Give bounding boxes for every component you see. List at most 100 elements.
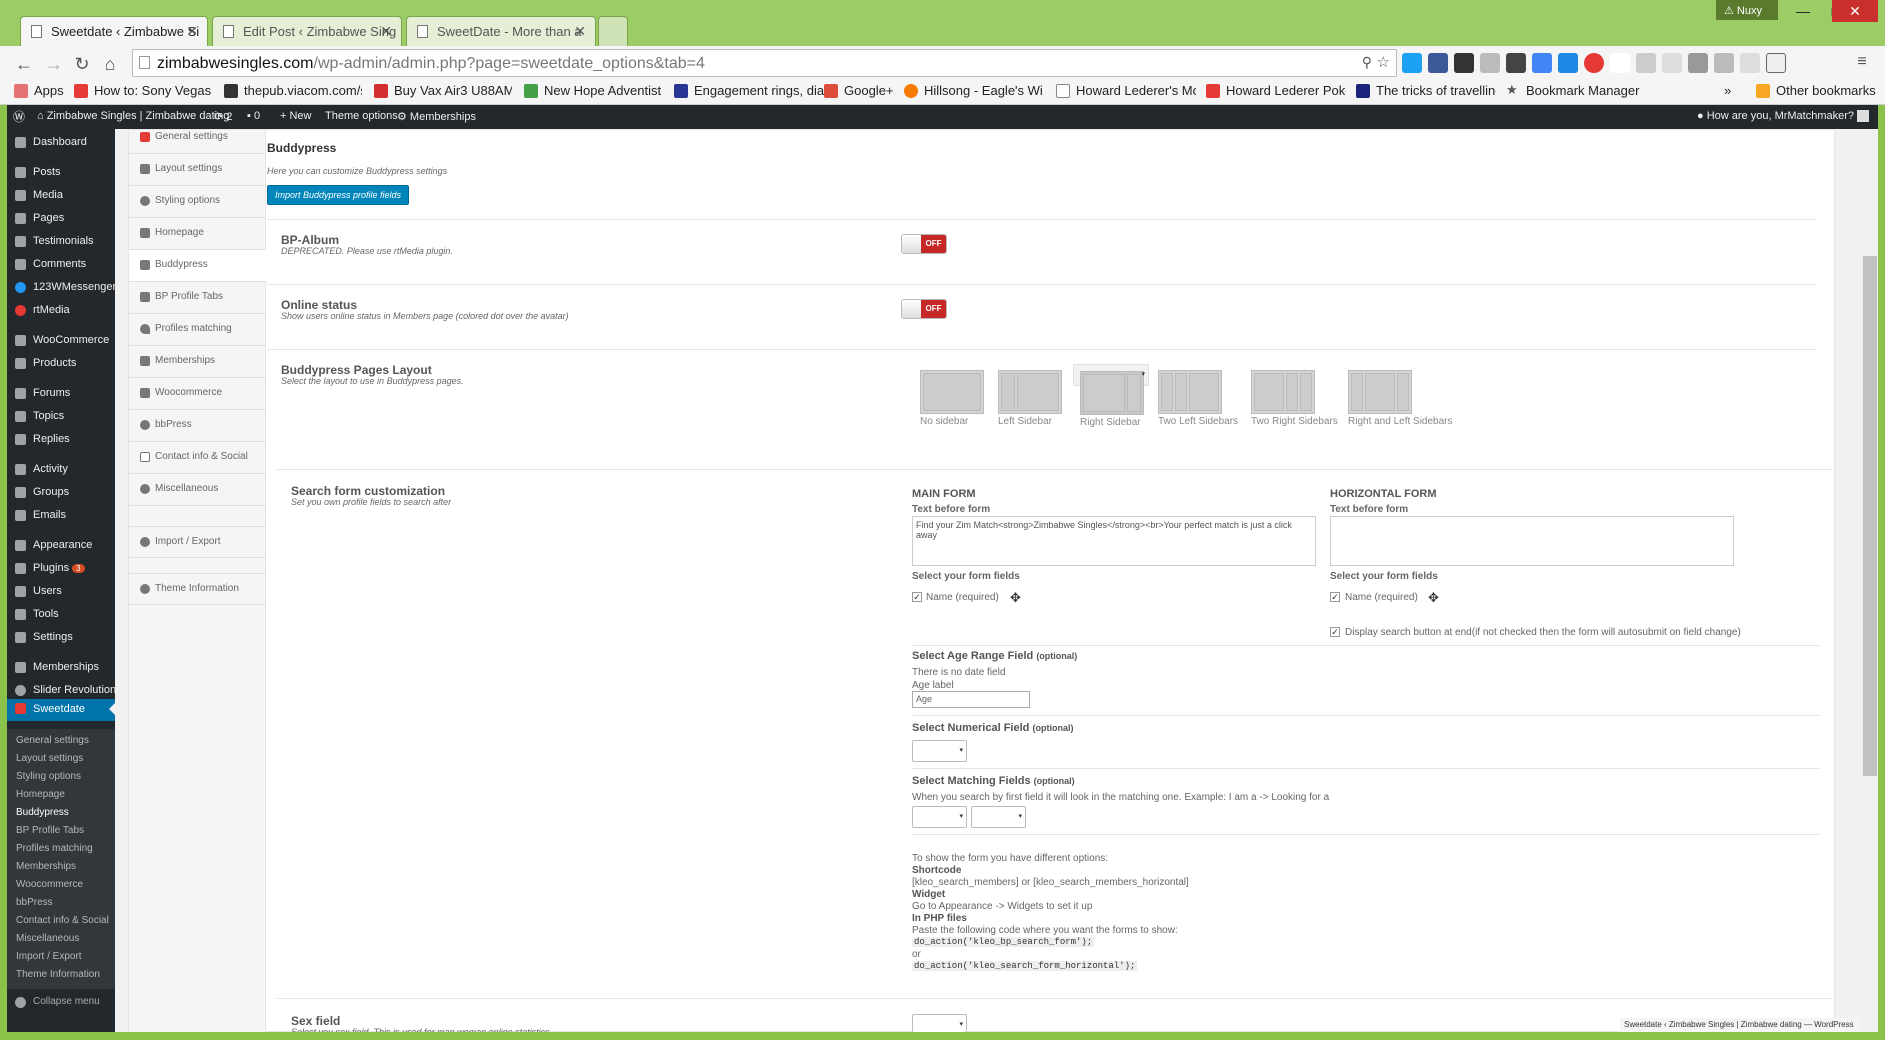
adminbar-site[interactable]: ⌂ Zimbabwe Singles | Zimbabwe dating xyxy=(37,110,229,122)
adminbar-memberships[interactable]: ⚙ Memberships xyxy=(397,110,476,123)
menu-appearance[interactable]: Appearance xyxy=(7,536,115,556)
layout-option-two-left-sidebars[interactable]: Two Left Sidebars xyxy=(1152,364,1238,436)
window-close-button[interactable]: ✕ xyxy=(1832,0,1878,22)
menu-icon[interactable]: ≡ xyxy=(1852,53,1872,73)
menu-posts[interactable]: Posts xyxy=(7,163,115,183)
menu-memberships[interactable]: Memberships xyxy=(7,658,115,678)
page-scrollbar-thumb[interactable] xyxy=(1863,256,1877,776)
submenu-woocommerce[interactable]: Woocommerce xyxy=(7,879,115,890)
menu-activity[interactable]: Activity xyxy=(7,460,115,480)
browser-tab-sweetdate[interactable]: Sweetdate ‹ Zimbabwe Si ✕ xyxy=(20,16,208,46)
opera-icon[interactable] xyxy=(1584,53,1604,73)
bookmark-hillsong[interactable]: Hillsong - Eagle's Win xyxy=(904,83,1042,98)
submenu-bp-profile-tabs[interactable]: BP Profile Tabs xyxy=(7,825,115,836)
submenu-memberships[interactable]: Memberships xyxy=(7,861,115,872)
main-text-before-textarea[interactable] xyxy=(912,516,1316,566)
submenu-miscellaneous[interactable]: Miscellaneous xyxy=(7,933,115,944)
menu-testimonials[interactable]: Testimonials xyxy=(7,232,115,252)
display-search-button-checkbox[interactable]: ✓ xyxy=(1330,627,1340,637)
menu-media[interactable]: Media xyxy=(7,186,115,206)
horizontal-text-before-textarea[interactable] xyxy=(1330,516,1734,566)
tab-bbpress[interactable]: bbPress xyxy=(129,410,266,442)
new-tab-button[interactable] xyxy=(598,16,628,46)
close-icon[interactable]: ✕ xyxy=(380,23,392,40)
menu-123wmessenger[interactable]: 123WMessenger xyxy=(7,278,116,298)
gmail-m-icon[interactable] xyxy=(1506,53,1526,73)
tab-general-settings[interactable]: General settings xyxy=(129,129,266,154)
move-handle-icon[interactable]: ✥ xyxy=(1010,590,1021,606)
tab-miscellaneous[interactable]: Miscellaneous xyxy=(129,474,266,506)
tab-buddypress[interactable]: Buddypress xyxy=(129,250,267,282)
reload-icon[interactable]: ↻ xyxy=(70,52,94,76)
menu-forums[interactable]: Forums xyxy=(7,384,115,404)
tab-import-export[interactable]: Import / Export xyxy=(129,526,266,558)
adminbar-theme-options[interactable]: Theme options xyxy=(325,110,398,122)
menu-rtmedia[interactable]: rtMedia xyxy=(7,301,115,321)
submenu-theme-information[interactable]: Theme Information xyxy=(7,969,115,980)
menu-sweetdate[interactable]: Sweetdate xyxy=(7,699,115,721)
bookmark-engagement[interactable]: Engagement rings, dia xyxy=(674,83,824,98)
move-handle-icon[interactable]: ✥ xyxy=(1428,590,1439,606)
submenu-contact-info[interactable]: Contact info & Social xyxy=(7,915,115,926)
profile-badge[interactable]: ⚠ Nuxy xyxy=(1716,0,1778,20)
menu-comments[interactable]: Comments xyxy=(7,255,115,275)
menu-emails[interactable]: Emails xyxy=(7,506,115,526)
submenu-bbpress[interactable]: bbPress xyxy=(7,897,115,908)
tab-woocommerce[interactable]: Woocommerce xyxy=(129,378,266,410)
dropbox-icon[interactable] xyxy=(1558,53,1578,73)
extension-icon[interactable] xyxy=(1740,53,1760,73)
home-icon[interactable]: ⌂ xyxy=(98,52,122,76)
ab-extension-icon[interactable] xyxy=(1662,53,1682,73)
layout-option-right-sidebar[interactable]: Right Sidebar xyxy=(1073,364,1149,428)
adminbar-comments[interactable]: ▪ 0 xyxy=(247,110,260,122)
bookmark-lederer-mo[interactable]: Howard Lederer's Mo xyxy=(1056,83,1196,98)
submenu-homepage[interactable]: Homepage xyxy=(7,789,115,800)
d-extension-icon[interactable] xyxy=(1636,53,1656,73)
tab-contact-info[interactable]: Contact info & Social xyxy=(129,442,266,474)
menu-users[interactable]: Users xyxy=(7,582,115,602)
tab-layout-settings[interactable]: Layout settings xyxy=(129,154,266,186)
magnifier-icon[interactable] xyxy=(1610,53,1630,73)
bookmark-viacom[interactable]: thepub.viacom.com/s xyxy=(224,83,362,98)
star-icon[interactable]: ☆ xyxy=(1377,53,1390,71)
matching-field-2-select[interactable] xyxy=(971,806,1026,828)
menu-pages[interactable]: Pages xyxy=(7,209,115,229)
sex-field-select[interactable] xyxy=(912,1014,967,1032)
online-status-toggle[interactable]: OFF xyxy=(901,299,947,319)
layout-option-no-sidebar[interactable]: No sidebar xyxy=(914,364,990,436)
zoom-icon[interactable]: ⚲ xyxy=(1362,54,1372,71)
bookmark-travelling[interactable]: The tricks of travelling xyxy=(1356,83,1496,98)
layout-option-two-right-sidebars[interactable]: Two Right Sidebars xyxy=(1245,364,1338,436)
collapse-menu-button[interactable]: Collapse menu xyxy=(7,993,115,1013)
menu-slider-revolution[interactable]: Slider Revolution xyxy=(7,681,116,701)
bookmark-apps[interactable]: Apps xyxy=(14,83,64,98)
close-icon[interactable]: ✕ xyxy=(186,23,198,40)
submenu-buddypress[interactable]: Buddypress xyxy=(7,807,115,818)
browser-tab-sweetdate-more[interactable]: SweetDate - More than a ✕ xyxy=(406,16,596,46)
wordpress-logo-icon[interactable]: Ⓦ xyxy=(13,108,25,125)
submenu-general-settings[interactable]: General settings xyxy=(7,735,115,746)
tab-theme-information[interactable]: Theme Information xyxy=(129,573,266,605)
bookmark-new-hope[interactable]: New Hope Adventist C xyxy=(524,83,662,98)
ifb-icon[interactable] xyxy=(1428,53,1448,73)
menu-replies[interactable]: Replies xyxy=(7,430,115,450)
bp-album-toggle[interactable]: OFF xyxy=(901,234,947,254)
address-bar[interactable]: zimbabwesingles.com/wp-admin/admin.php?p… xyxy=(132,49,1397,77)
bookmark-sony-vegas[interactable]: How to: Sony Vegas C xyxy=(74,83,212,98)
tab-memberships[interactable]: Memberships xyxy=(129,346,266,378)
menu-woocommerce[interactable]: WooCommerce xyxy=(7,331,115,351)
menu-products[interactable]: Products xyxy=(7,354,115,374)
forward-arrow-icon[interactable]: → xyxy=(42,52,66,76)
numerical-field-select[interactable] xyxy=(912,740,967,762)
adminbar-new[interactable]: + New xyxy=(280,110,312,122)
twitter-icon[interactable] xyxy=(1402,53,1422,73)
menu-plugins[interactable]: Plugins 3 xyxy=(7,559,115,579)
menu-topics[interactable]: Topics xyxy=(7,407,115,427)
bookmark-google-plus[interactable]: Google+ xyxy=(824,83,894,98)
tab-profiles-matching[interactable]: Profiles matching xyxy=(129,314,266,346)
checklist-icon[interactable] xyxy=(1688,53,1708,73)
tab-bp-profile-tabs[interactable]: BP Profile Tabs xyxy=(129,282,266,314)
menu-groups[interactable]: Groups xyxy=(7,483,115,503)
submenu-profiles-matching[interactable]: Profiles matching xyxy=(7,843,115,854)
menu-dashboard[interactable]: Dashboard xyxy=(7,133,115,153)
